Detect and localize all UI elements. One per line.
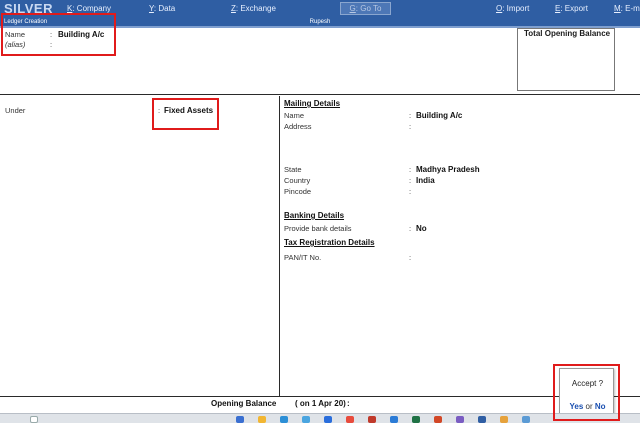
app-icon-red[interactable] xyxy=(368,416,376,423)
opening-balance-input[interactable] xyxy=(354,399,444,409)
pincode-colon: : xyxy=(409,187,412,196)
total-opening-balance-label: Total Opening Balance xyxy=(524,29,611,38)
search-box-icon[interactable] xyxy=(30,416,38,423)
banking-details-title: Banking Details xyxy=(284,211,345,220)
state-colon: : xyxy=(409,165,412,174)
total-opening-balance-panel: Total Opening Balance xyxy=(517,28,615,91)
pan-input[interactable] xyxy=(416,253,506,262)
app-icon-blue[interactable] xyxy=(522,416,530,423)
mailing-name-label: Name xyxy=(284,111,305,120)
app-icon-orange[interactable] xyxy=(500,416,508,423)
provide-bank-details-label: Provide bank details xyxy=(284,224,352,233)
excel-icon[interactable] xyxy=(412,416,420,423)
app-icon-purple[interactable] xyxy=(456,416,464,423)
address-label: Address xyxy=(284,122,312,131)
country-colon: : xyxy=(409,176,412,185)
state-select[interactable]: Madhya Pradesh xyxy=(416,165,480,174)
highlight-accept-box xyxy=(553,364,620,421)
menu-company[interactable]: K: Company xyxy=(67,4,111,13)
pincode-input[interactable] xyxy=(416,187,496,196)
edge-icon[interactable] xyxy=(280,416,288,423)
tax-registration-title: Tax Registration Details xyxy=(284,238,375,247)
tally-icon[interactable] xyxy=(478,416,486,423)
left-pane xyxy=(0,96,280,396)
menu-email[interactable]: M: E-m xyxy=(614,4,640,13)
mail-icon[interactable] xyxy=(324,416,332,423)
address-colon: : xyxy=(409,122,412,131)
chrome-icon[interactable] xyxy=(346,416,354,423)
store-icon[interactable] xyxy=(302,416,310,423)
mailing-details-title: Mailing Details xyxy=(284,99,341,108)
highlight-name-box xyxy=(1,13,116,56)
menu-data[interactable]: Y: Data xyxy=(149,4,175,13)
footer-divider xyxy=(0,396,640,397)
provide-bank-details-toggle[interactable]: No xyxy=(416,224,427,233)
pan-colon: : xyxy=(409,253,412,262)
mailing-name-colon: : xyxy=(409,111,412,120)
opening-balance-label: Opening Balance xyxy=(211,399,277,408)
state-label: State xyxy=(284,165,302,174)
goto-button[interactable]: G: Go To xyxy=(340,2,391,15)
menu-exchange[interactable]: Z: Exchange xyxy=(231,4,276,13)
pincode-label: Pincode xyxy=(284,187,312,196)
opening-balance-date: ( on 1 Apr 20) xyxy=(295,399,346,408)
provide-bank-details-colon: : xyxy=(409,224,412,233)
under-label: Under xyxy=(5,106,26,115)
menu-export[interactable]: E: Export xyxy=(555,4,588,13)
mailing-name-input[interactable]: Building A/c xyxy=(416,111,462,120)
folder-icon[interactable] xyxy=(258,416,266,423)
country-select[interactable]: India xyxy=(416,176,435,185)
country-label: Country xyxy=(284,176,311,185)
taskview-icon[interactable] xyxy=(236,416,244,423)
os-taskbar xyxy=(0,413,640,423)
menu-import[interactable]: O: Import xyxy=(496,4,529,13)
pan-label: PAN/IT No. xyxy=(284,253,322,262)
address-input[interactable] xyxy=(416,122,536,158)
highlight-under-box xyxy=(152,98,219,130)
powerpoint-icon[interactable] xyxy=(434,416,442,423)
word-icon[interactable] xyxy=(390,416,398,423)
opening-balance-colon: : xyxy=(347,399,350,408)
